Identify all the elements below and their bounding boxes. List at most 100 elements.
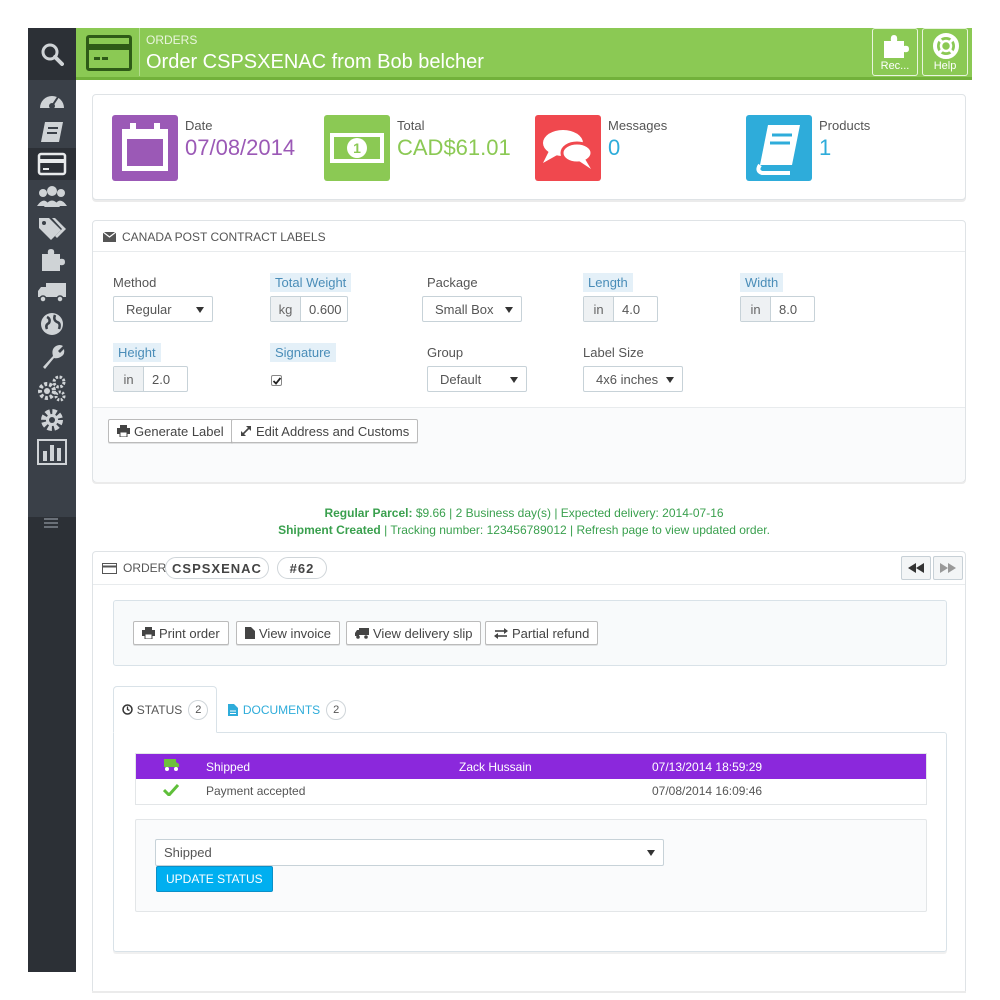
signature-label: Signature: [270, 343, 336, 362]
update-status-form: Shipped UPDATE STATUS: [135, 819, 927, 912]
history-employee: [459, 779, 652, 805]
kpi-messages-value[interactable]: 0: [608, 135, 620, 161]
checkmark-icon: [272, 377, 282, 385]
dashboard-icon: [40, 96, 64, 109]
print-order-button[interactable]: Print order: [133, 621, 229, 645]
order-actions-well: Print order View invoice View delivery s…: [113, 600, 947, 666]
sidebar-item-administration[interactable]: [28, 404, 76, 436]
sidebar-item-shipping[interactable]: [28, 276, 76, 308]
label-size-select[interactable]: 4x6 inches: [583, 366, 683, 392]
method-select[interactable]: Regular: [113, 296, 213, 322]
kpi-products-label: Products: [819, 118, 871, 133]
total-weight-input[interactable]: kg 0.600: [270, 296, 348, 322]
menu-icon: [44, 518, 58, 528]
print-icon: [117, 425, 130, 437]
sidebar-item-advanced-parameters[interactable]: [28, 372, 76, 404]
order-reference-badge: CSPSXENAC: [165, 557, 269, 579]
height-unit: in: [114, 367, 144, 391]
table-row: Payment accepted 07/08/2014 16:09:46: [136, 779, 926, 805]
partial-refund-text: Partial refund: [512, 625, 590, 641]
globe-icon: [41, 313, 63, 335]
expand-icon: [241, 426, 251, 436]
canada-post-heading-text: CANADA POST CONTRACT LABELS: [122, 230, 326, 244]
page-title: Order CSPSXENAC from Bob belcher: [146, 51, 484, 73]
kpi-date-value: 07/08/2014: [185, 135, 296, 160]
method-value: Regular: [126, 302, 172, 317]
tab-status-count: 2: [188, 699, 209, 720]
print-icon: [142, 627, 155, 639]
lifebuoy-icon: [933, 33, 959, 59]
sidebar-item-localization[interactable]: [28, 308, 76, 340]
exchange-icon: [494, 627, 508, 639]
sidebar-item-preferences[interactable]: [28, 340, 76, 372]
svg-text:1: 1: [353, 140, 361, 156]
length-label: Length: [583, 273, 633, 292]
gear-icon: [41, 409, 63, 431]
update-status-button[interactable]: UPDATE STATUS: [156, 866, 273, 892]
sidebar-search[interactable]: [28, 28, 76, 80]
label-size-value: 4x6 inches: [596, 372, 659, 387]
book-icon: [746, 115, 812, 181]
sidebar-item-modules[interactable]: [28, 244, 76, 276]
length-input[interactable]: in 4.0: [583, 296, 658, 322]
width-input[interactable]: in 8.0: [740, 296, 815, 322]
truck-icon: [164, 759, 179, 771]
caret-down-icon: [666, 377, 674, 383]
puzzle-icon: [884, 35, 909, 58]
package-label: Package: [427, 275, 478, 290]
edit-address-customs-text: Edit Address and Customs: [256, 423, 410, 439]
generate-label-text: Generate Label: [134, 423, 224, 439]
length-unit: in: [584, 297, 614, 321]
weight-value: 0.600: [309, 302, 342, 317]
kpi-total-value: CAD$61.01: [397, 135, 511, 160]
order-status-select[interactable]: Shipped: [155, 839, 664, 866]
sidebar-item-dashboard[interactable]: [28, 84, 76, 116]
shipped-status-icon-cell: [136, 754, 206, 779]
wrench-icon: [43, 345, 65, 369]
package-select[interactable]: Small Box: [422, 296, 522, 322]
tab-documents-count: 2: [326, 699, 347, 720]
group-select[interactable]: Default: [427, 366, 527, 392]
shipment-created-info: Shipment Created | Tracking number: 1234…: [76, 523, 972, 537]
signature-checkbox[interactable]: [271, 375, 282, 386]
height-value: 2.0: [152, 372, 171, 387]
next-order-button[interactable]: [933, 556, 963, 580]
help-button[interactable]: Help: [922, 28, 968, 76]
view-delivery-slip-button[interactable]: View delivery slip: [346, 621, 482, 645]
sidebar-item-stats[interactable]: [28, 436, 76, 468]
print-order-text: Print order: [159, 625, 220, 641]
tags-icon: [39, 218, 66, 240]
users-icon: [37, 186, 67, 207]
checkmark-icon: [162, 784, 180, 798]
sidebar-item-catalog[interactable]: [28, 116, 76, 148]
divider: [93, 584, 965, 585]
breadcrumb[interactable]: ORDERS: [146, 33, 197, 47]
view-invoice-button[interactable]: View invoice: [236, 621, 341, 645]
previous-order-button[interactable]: [901, 556, 931, 580]
generate-label-button[interactable]: Generate Label: [108, 419, 233, 443]
caret-down-icon: [505, 307, 513, 313]
partial-refund-button[interactable]: Partial refund: [485, 621, 599, 645]
truck-icon: [38, 283, 66, 303]
order-number-badge: #62: [277, 557, 327, 579]
recommended-modules-button[interactable]: Rec...: [872, 28, 918, 76]
backward-icon: [908, 563, 924, 573]
sidebar-item-orders[interactable]: [28, 148, 76, 180]
tab-documents-label: DOCUMENTS: [242, 702, 321, 717]
sidebar-item-price-rules[interactable]: [28, 212, 76, 244]
total-weight-label: Total Weight: [270, 273, 352, 292]
height-input[interactable]: in 2.0: [113, 366, 188, 392]
order-panel: ORDER CSPSXENAC #62 Print order View inv…: [92, 551, 966, 991]
canada-post-heading: CANADA POST CONTRACT LABELS: [103, 230, 326, 244]
kpi-date-label: Date: [185, 118, 213, 133]
tab-status[interactable]: STATUS 2: [113, 686, 217, 733]
credit-card-icon: [102, 562, 117, 574]
sidebar-nav: [28, 80, 76, 517]
kpi-products-value[interactable]: 1: [819, 135, 831, 161]
envelope-icon: [103, 232, 116, 242]
sidebar-collapse-toggle[interactable]: [44, 516, 60, 534]
tab-documents[interactable]: DOCUMENTS 2: [227, 686, 347, 733]
edit-address-customs-button[interactable]: Edit Address and Customs: [231, 419, 419, 443]
history-table: Shipped Zack Hussain 07/13/2014 18:59:29…: [135, 753, 927, 805]
sidebar-item-customers[interactable]: [28, 180, 76, 212]
